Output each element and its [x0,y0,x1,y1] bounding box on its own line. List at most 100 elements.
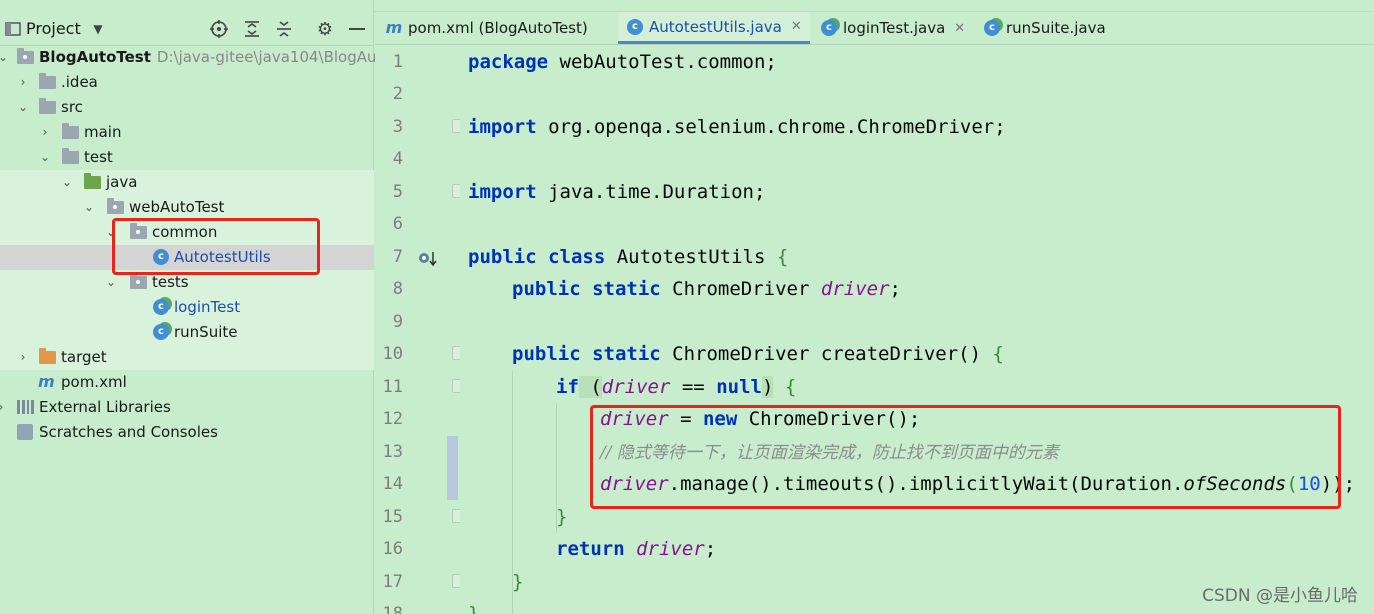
code-line-8: public static ChromeDriver driver; [512,273,901,305]
tree-item-external-libraries[interactable]: › External Libraries [0,395,374,420]
folder-icon [62,123,79,140]
code-line-16: return driver; [556,533,716,565]
gear-icon[interactable]: ⚙ [315,12,335,46]
code-text: ; [889,278,901,300]
tree-item-label: pom.xml [61,373,127,391]
line-number: 11 [382,377,403,397]
tree-item-label: target [61,348,107,366]
line-number: 13 [382,442,403,462]
tree-item-label: main [84,123,122,141]
code-text: ChromeDriver [660,278,821,300]
module-folder-icon [17,48,34,65]
project-path: D:\java-gitee\java104\BlogAuto [156,48,392,66]
chevron-right-icon[interactable]: › [16,74,30,90]
line-number: 15 [382,507,403,527]
chevron-down-icon[interactable]: ⌄ [38,149,52,165]
tree-item-src[interactable]: ⌄ src [0,95,374,120]
tree-item-idea[interactable]: › .idea [0,70,374,95]
class-icon: c [626,18,644,36]
line-number: 17 [382,572,403,592]
tree-item-target[interactable]: › target [0,345,374,370]
code-line-18: } [468,598,479,614]
tree-item-main[interactable]: › main [0,120,374,145]
chevron-down-icon[interactable]: ▼ [90,12,106,46]
code-line-5: import java.time.Duration; [468,176,765,208]
tab-label: AutotestUtils.java [649,17,782,36]
class-icon: c [983,19,1001,37]
tree-item-label: External Libraries [39,398,171,416]
chevron-down-icon[interactable]: ⌄ [16,99,30,115]
code-line-1: package webAutoTest.common; [468,46,777,78]
close-icon[interactable]: ✕ [954,21,965,36]
tab-label: runSuite.java [1006,19,1106,37]
highlight-box [112,218,320,275]
chevron-right-icon[interactable]: › [16,349,30,365]
libraries-icon [17,399,34,415]
tree-item-label: webAutoTest [129,198,225,216]
package-icon [107,198,124,215]
tab-pom[interactable]: m pom.xml (BlogAutoTest) [385,12,588,44]
field: driver [601,376,671,398]
chevron-down-icon[interactable]: ⌄ [104,274,118,290]
line-number: 1 [392,52,403,72]
keyword: package [468,51,549,73]
chevron-down-icon[interactable]: ⌄ [82,199,96,215]
code-text: ) [761,376,774,398]
watermark: CSDN @是小鱼儿哈 [1202,586,1358,606]
tab-label: loginTest.java [843,19,946,37]
chevron-right-icon[interactable]: › [0,399,8,415]
project-panel-title[interactable]: Project [26,12,81,46]
line-number: 2 [392,84,403,104]
keyword: return [556,538,625,560]
scratches-icon [17,424,34,440]
tab-logintest[interactable]: c loginTest.java ✕ [820,12,965,44]
expand-all-icon[interactable] [242,12,262,46]
locate-icon[interactable] [208,12,230,46]
project-panel: Project ▼ ⚙ ⌄ BlogAutoTest D:\java-gitee\… [0,0,392,614]
tab-label: pom.xml (BlogAutoTest) [408,19,588,37]
chevron-down-icon[interactable]: ⌄ [60,174,74,190]
code-text: org.openqa.selenium.chrome.ChromeDriver; [536,116,1006,138]
hide-panel-icon[interactable] [346,12,368,46]
tab-runsuite[interactable]: c runSuite.java [983,12,1106,44]
chevron-down-icon[interactable]: ⌄ [0,49,10,65]
tree-item-label: loginTest [174,298,241,316]
field: driver [820,278,890,300]
tree-item-test[interactable]: ⌄ test [0,145,374,170]
line-number: 10 [382,344,403,364]
line-number: 3 [392,117,403,137]
field: driver [636,538,705,560]
tree-item-java[interactable]: ⌄ java [0,170,374,195]
tree-item-label: BlogAutoTest [39,48,151,66]
tree-item-label: src [61,98,83,116]
implemented-by-icon[interactable] [418,250,438,268]
tree-item-label: runSuite [174,323,238,341]
tree-item-logintest[interactable]: c loginTest [0,295,374,320]
line-number: 7 [392,247,403,267]
tree-item-blogautotest[interactable]: ⌄ BlogAutoTest D:\java-gitee\java104\Blog… [0,45,392,70]
tab-autotestutils[interactable]: c AutotestUtils.java ✕ [618,12,810,44]
brace: } [512,571,524,593]
collapse-all-icon[interactable] [274,12,294,46]
class-icon: c [820,19,838,37]
folder-icon [39,73,56,90]
code-text: webAutoTest.common; [548,51,777,73]
brace: { [992,343,1004,365]
chevron-right-icon[interactable]: › [38,124,52,140]
keyword: import [468,116,537,138]
tree-item-pom[interactable]: m pom.xml [0,370,374,395]
tree-item-runsuite[interactable]: c runSuite [0,320,374,345]
keyword: public static [512,343,661,365]
brace: { [784,376,797,398]
highlight-box [590,405,1341,509]
line-number: 9 [392,312,403,332]
line-number: 4 [392,149,403,169]
test-source-folder-icon [84,173,101,190]
vcs-change-marker [447,436,458,500]
close-icon[interactable]: ✕ [791,19,802,34]
tree-item-scratches[interactable]: Scratches and Consoles [0,420,374,445]
tree-item-webautotest[interactable]: ⌄ webAutoTest [0,195,374,220]
code-editor[interactable]: package webAutoTest.common; import org.o… [460,46,1374,614]
project-panel-header: Project ▼ ⚙ [0,12,374,46]
